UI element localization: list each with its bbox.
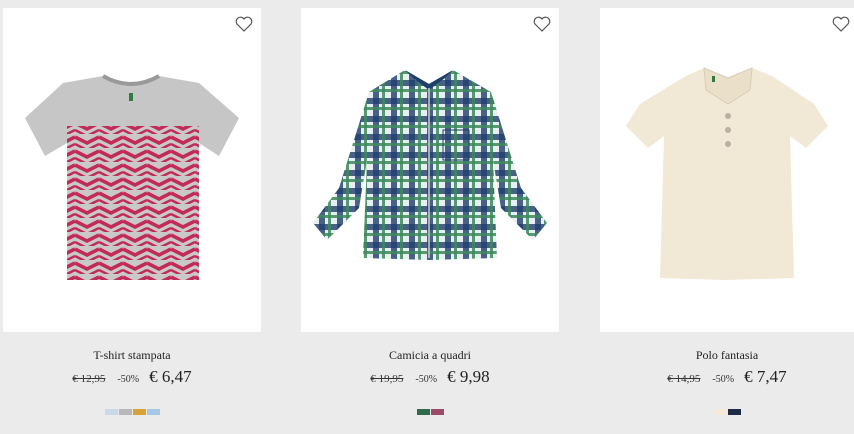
color-swatch[interactable] [713,409,727,415]
color-swatch[interactable] [132,409,146,415]
product-image-tshirt[interactable] [3,8,261,332]
color-swatch[interactable] [118,409,132,415]
product-name[interactable]: T-shirt stampata [3,348,261,363]
heart-icon[interactable] [235,16,253,32]
old-price: € 12,95 [72,373,106,385]
color-swatches [600,409,854,415]
color-swatches [3,409,261,415]
color-swatches [301,409,559,415]
price-row: € 12,95 -50% € 6,47 [3,367,261,387]
old-price: € 19,95 [370,373,404,385]
discount-badge: -50% [712,374,735,385]
price-row: € 14,95 -50% € 7,47 [600,367,854,387]
color-swatch[interactable] [146,409,160,415]
sale-price: € 7,47 [744,367,787,386]
discount-badge: -50% [415,374,438,385]
color-swatch[interactable] [727,409,741,415]
product-name[interactable]: Polo fantasia [600,348,854,363]
product-card[interactable]: Camicia a quadri € 19,95 -50% € 9,98 [301,0,559,434]
polo-image [626,67,828,280]
product-card[interactable]: T-shirt stampata € 12,95 -50% € 6,47 [3,0,261,434]
price-row: € 19,95 -50% € 9,98 [301,367,559,387]
checked-shirt-image [313,70,547,260]
color-swatch[interactable] [416,409,430,415]
sale-price: € 6,47 [149,367,192,386]
color-swatch[interactable] [104,409,118,415]
color-swatch[interactable] [430,409,444,415]
sale-price: € 9,98 [447,367,490,386]
discount-badge: -50% [117,374,140,385]
product-image-polo[interactable] [600,8,854,332]
heart-icon[interactable] [533,16,551,32]
product-card[interactable]: Polo fantasia € 14,95 -50% € 7,47 [600,0,854,434]
product-name[interactable]: Camicia a quadri [301,348,559,363]
old-price: € 14,95 [667,373,701,385]
tshirt-image [25,74,239,280]
heart-icon[interactable] [832,16,850,32]
product-image-shirt[interactable] [301,8,559,332]
